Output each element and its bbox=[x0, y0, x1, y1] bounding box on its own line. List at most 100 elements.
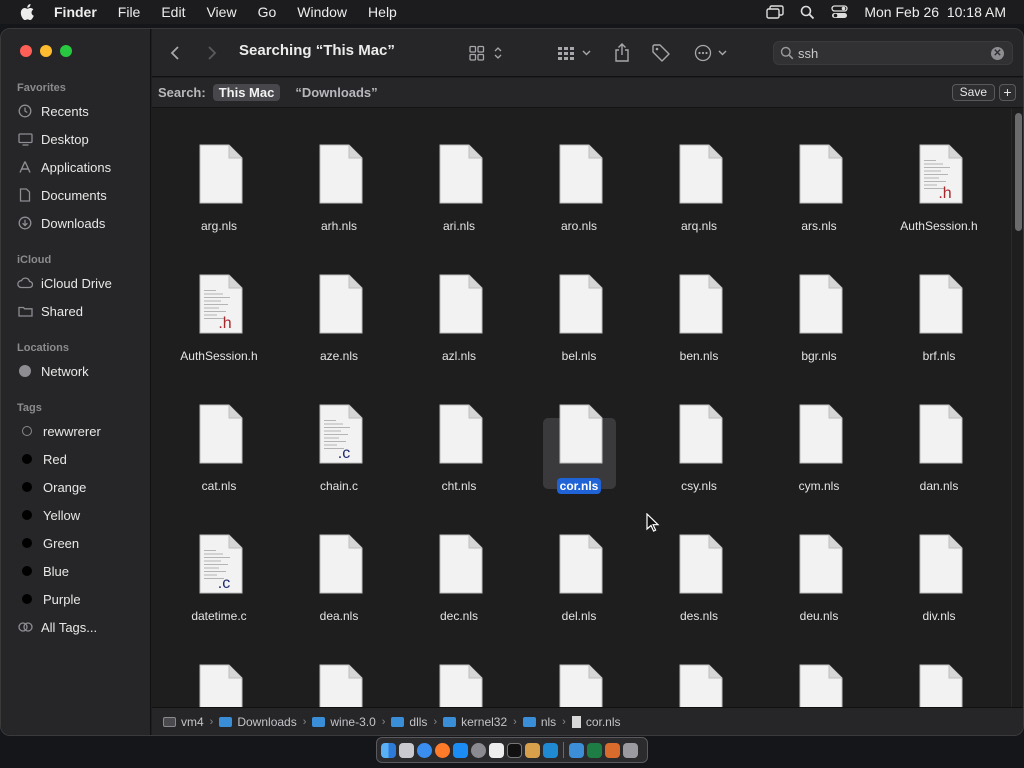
search-input[interactable] bbox=[798, 44, 988, 62]
menu-view[interactable]: View bbox=[206, 4, 236, 20]
file-item[interactable] bbox=[399, 643, 519, 707]
menu-file[interactable]: File bbox=[118, 4, 141, 20]
file-item[interactable]: del.nls bbox=[519, 513, 639, 623]
scrollbar-thumb[interactable] bbox=[1015, 113, 1022, 231]
file-item[interactable] bbox=[159, 643, 279, 707]
file-item[interactable]: aze.nls bbox=[279, 253, 399, 363]
file-item[interactable]: arg.nls bbox=[159, 123, 279, 233]
settings-dock-icon[interactable] bbox=[471, 742, 486, 758]
more-actions-button[interactable] bbox=[694, 41, 728, 65]
forward-button[interactable] bbox=[207, 41, 217, 65]
file-item[interactable]: brf.nls bbox=[879, 253, 999, 363]
file-item[interactable]: azl.nls bbox=[399, 253, 519, 363]
file-item[interactable]: aro.nls bbox=[519, 123, 639, 233]
control-center-icon[interactable] bbox=[831, 5, 849, 19]
file-item[interactable]: cor.nls bbox=[519, 383, 639, 494]
path-crumb-vm4[interactable]: vm4 bbox=[163, 715, 204, 729]
file-item[interactable]: arq.nls bbox=[639, 123, 759, 233]
path-crumb-nls[interactable]: nls bbox=[522, 715, 556, 729]
back-button[interactable] bbox=[170, 41, 180, 65]
file-item[interactable]: ari.nls bbox=[399, 123, 519, 233]
file-item[interactable]: arh.nls bbox=[279, 123, 399, 233]
file-item[interactable]: dec.nls bbox=[399, 513, 519, 623]
save-search-button[interactable]: Save bbox=[951, 84, 995, 101]
sidebar-item-shared[interactable]: Shared bbox=[17, 300, 145, 322]
path-crumb-downloads[interactable]: Downloads bbox=[219, 715, 297, 729]
file-item[interactable]: dea.nls bbox=[279, 513, 399, 623]
sidebar-tag-orange[interactable]: Orange bbox=[17, 476, 145, 498]
path-crumb-wine[interactable]: wine-3.0 bbox=[312, 715, 376, 729]
minimize-window-button[interactable] bbox=[40, 45, 52, 57]
sidebar-item-desktop[interactable]: Desktop bbox=[17, 128, 145, 150]
file-item[interactable] bbox=[639, 643, 759, 707]
file-item[interactable]: ben.nls bbox=[639, 253, 759, 363]
file-item[interactable]: .h AuthSession.h bbox=[159, 253, 279, 363]
file-item[interactable]: csy.nls bbox=[639, 383, 759, 493]
menu-go[interactable]: Go bbox=[258, 4, 277, 20]
menu-window[interactable]: Window bbox=[297, 4, 347, 20]
file-item[interactable]: dan.nls bbox=[879, 383, 999, 493]
add-criteria-button[interactable]: + bbox=[999, 84, 1016, 101]
group-by-button[interactable] bbox=[557, 41, 593, 65]
file-item[interactable]: .c chain.c bbox=[279, 383, 399, 493]
menu-app-name[interactable]: Finder bbox=[54, 4, 97, 20]
file-item[interactable] bbox=[279, 643, 399, 707]
image-dock-icon[interactable] bbox=[605, 742, 620, 758]
sidebar-tag-green[interactable]: Green bbox=[17, 532, 145, 554]
path-crumb-file[interactable]: cor.nls bbox=[571, 715, 621, 729]
scope-downloads-button[interactable]: “Downloads” bbox=[295, 85, 377, 100]
terminal-dock-icon[interactable] bbox=[507, 742, 522, 758]
file-item[interactable]: .c datetime.c bbox=[159, 513, 279, 623]
sidebar-item-recents[interactable]: Recents bbox=[17, 100, 145, 122]
clear-search-button[interactable]: ✕ bbox=[991, 47, 1004, 60]
finder-dock-icon[interactable] bbox=[381, 742, 396, 758]
sidebar-item-applications[interactable]: Applications bbox=[17, 156, 145, 178]
file-item[interactable] bbox=[519, 643, 639, 707]
sidebar-item-downloads[interactable]: Downloads bbox=[17, 212, 145, 234]
file-item[interactable]: bgr.nls bbox=[759, 253, 879, 363]
spotlight-search-icon[interactable] bbox=[800, 5, 815, 20]
sidebar-tag-yellow[interactable]: Yellow bbox=[17, 504, 145, 526]
sidebar-tag-blue[interactable]: Blue bbox=[17, 560, 145, 582]
file-item[interactable]: cym.nls bbox=[759, 383, 879, 493]
share-button[interactable] bbox=[614, 41, 630, 65]
scope-this-mac-button[interactable]: This Mac bbox=[212, 84, 281, 101]
file-item[interactable]: deu.nls bbox=[759, 513, 879, 623]
tags-button[interactable] bbox=[651, 41, 671, 65]
zoom-window-button[interactable] bbox=[60, 45, 72, 57]
script-editor-dock-icon[interactable] bbox=[525, 742, 540, 758]
sidebar-item-documents[interactable]: Documents bbox=[17, 184, 145, 206]
file-item[interactable] bbox=[759, 643, 879, 707]
path-crumb-dlls[interactable]: dlls bbox=[391, 715, 427, 729]
menu-help[interactable]: Help bbox=[368, 4, 397, 20]
path-crumb-kernel32[interactable]: kernel32 bbox=[443, 715, 507, 729]
screen-mirroring-icon[interactable] bbox=[766, 5, 785, 19]
menu-edit[interactable]: Edit bbox=[161, 4, 185, 20]
sidebar-tag-red[interactable]: Red bbox=[17, 448, 145, 470]
search-field[interactable]: ✕ bbox=[773, 41, 1013, 65]
file-item[interactable]: div.nls bbox=[879, 513, 999, 623]
file-item[interactable]: .h AuthSession.h bbox=[879, 123, 999, 233]
file-item[interactable]: ars.nls bbox=[759, 123, 879, 233]
menu-clock[interactable]: Mon Feb 26 10:18 AM bbox=[864, 4, 1006, 20]
file-item[interactable]: cat.nls bbox=[159, 383, 279, 493]
app-store-dock-icon[interactable] bbox=[453, 742, 468, 758]
firefox-dock-icon[interactable] bbox=[435, 742, 450, 758]
apple-icon[interactable] bbox=[20, 4, 34, 20]
folder-dock-icon[interactable] bbox=[569, 742, 584, 758]
file-item[interactable]: bel.nls bbox=[519, 253, 639, 363]
sidebar-item-icloud-drive[interactable]: iCloud Drive bbox=[17, 272, 145, 294]
file-item[interactable]: cht.nls bbox=[399, 383, 519, 493]
close-window-button[interactable] bbox=[20, 45, 32, 57]
launchpad-dock-icon[interactable] bbox=[399, 742, 414, 758]
sidebar-item-network[interactable]: Network bbox=[17, 360, 145, 382]
vscode-dock-icon[interactable] bbox=[543, 742, 558, 758]
sidebar-tag-purple[interactable]: Purple bbox=[17, 588, 145, 610]
sidebar-all-tags[interactable]: All Tags... bbox=[17, 616, 145, 638]
file-item[interactable] bbox=[879, 643, 999, 707]
trash-dock-icon[interactable] bbox=[623, 742, 638, 758]
vertical-scrollbar[interactable] bbox=[1011, 109, 1023, 707]
excel-dock-icon[interactable] bbox=[587, 742, 602, 758]
safari-dock-icon[interactable] bbox=[417, 742, 432, 758]
view-mode-button[interactable] bbox=[469, 41, 503, 65]
